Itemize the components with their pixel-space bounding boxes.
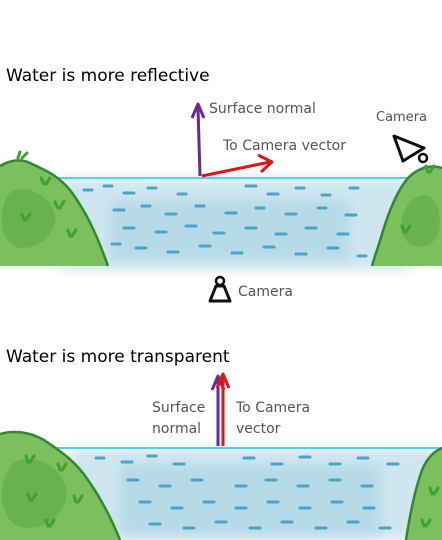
bottom-panel-title: Water is more transparent	[6, 347, 230, 367]
bottom-surface-label-line2: normal	[152, 421, 202, 437]
top-surface-normal-label: Surface normal	[209, 101, 316, 117]
bottom-surface-label-line1: Surface	[152, 400, 206, 416]
top-to-camera-arrow	[201, 153, 274, 178]
top-surface-normal-arrow	[190, 102, 206, 177]
middle-camera-label: Camera	[238, 284, 293, 300]
top-panel-title: Water is more reflective	[6, 66, 210, 86]
top-to-camera-label: To Camera vector	[223, 138, 346, 154]
top-camera-label: Camera	[376, 110, 428, 125]
bottom-to-camera-label-line2: vector	[236, 421, 281, 437]
bottom-to-camera-label-line1: To Camera	[236, 400, 311, 416]
middle-camera-icon	[208, 275, 232, 303]
top-camera-icon	[392, 134, 429, 164]
